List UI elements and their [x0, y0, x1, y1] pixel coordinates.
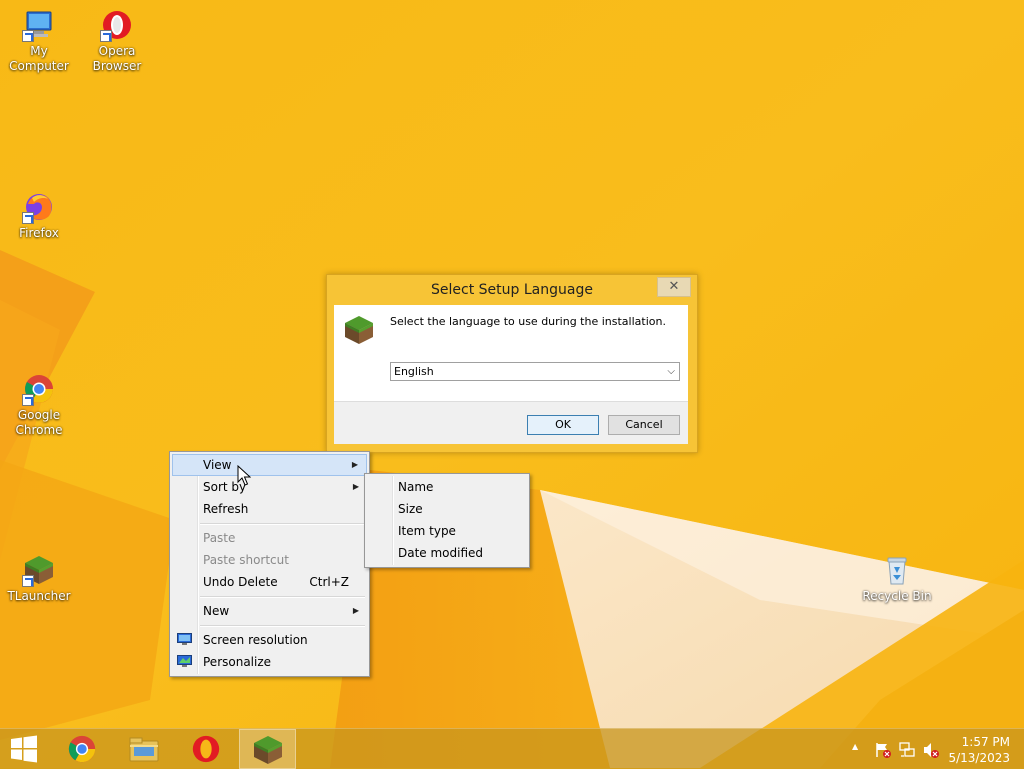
action-center-flag-icon[interactable]	[874, 741, 892, 759]
menu-item-label: Date modified	[398, 546, 484, 560]
desktop-icon-label: Opera	[98, 44, 136, 58]
shortcut-arrow-icon	[22, 30, 34, 42]
dialog-content: Select the language to use during the in…	[334, 305, 688, 402]
chevron-down-icon: ⌵	[667, 366, 675, 377]
submenu-arrow-icon: ▶	[352, 482, 359, 491]
grass-block-icon	[22, 553, 56, 587]
windows-logo-icon	[11, 735, 37, 763]
submenu-item-name[interactable]: Name	[367, 476, 527, 498]
close-button[interactable]: ✕	[657, 277, 691, 297]
language-select[interactable]: English ⌵	[390, 362, 680, 381]
shortcut-arrow-icon	[22, 212, 34, 224]
grass-block-icon	[345, 316, 373, 344]
menu-item-personalize[interactable]: Personalize	[172, 651, 367, 673]
cancel-button[interactable]: Cancel	[608, 415, 680, 435]
desktop-icon-label: TLauncher	[7, 589, 71, 603]
submenu-item-size[interactable]: Size	[367, 498, 527, 520]
menu-item-new[interactable]: New ▶	[172, 600, 367, 622]
view-submenu: Name Size Item type Date modified	[364, 473, 530, 568]
shortcut-arrow-icon	[100, 30, 112, 42]
submenu-item-date-modified[interactable]: Date modified	[367, 542, 527, 564]
desktop-context-menu: View ▶ Sort by ▶ Refresh Paste Paste sho…	[169, 451, 370, 677]
speaker-muted-icon[interactable]	[922, 741, 940, 759]
desktop-icon-google-chrome[interactable]: Google Chrome	[0, 372, 78, 438]
menu-item-undo-delete[interactable]: Undo Delete Ctrl+Z	[172, 571, 367, 593]
setup-language-dialog: Select Setup Language ✕ Select the langu…	[326, 274, 698, 453]
opera-icon	[100, 8, 134, 42]
menu-item-label: New	[203, 604, 230, 618]
monitor-icon	[177, 633, 192, 645]
computer-icon	[22, 8, 56, 42]
menu-item-refresh[interactable]: Refresh	[172, 498, 367, 520]
menu-item-shortcut: Ctrl+Z	[309, 575, 349, 589]
clock-date: 5/13/2023	[948, 751, 1010, 765]
menu-separator	[200, 523, 365, 525]
menu-item-label: Undo Delete	[203, 575, 278, 589]
taskbar-opera[interactable]	[178, 729, 234, 769]
ok-button[interactable]: OK	[527, 415, 599, 435]
taskbar-chrome[interactable]	[54, 729, 110, 769]
opera-icon	[192, 735, 220, 763]
taskbar: ▲ 1:57 PM 5/13/2023	[0, 728, 1024, 769]
show-hidden-icons-button[interactable]: ▲	[852, 742, 858, 751]
menu-item-paste[interactable]: Paste	[172, 527, 367, 549]
dialog-titlebar[interactable]: Select Setup Language ✕	[327, 275, 697, 305]
language-select-value: English	[394, 365, 434, 378]
folder-icon	[129, 737, 159, 762]
system-tray: ▲	[848, 729, 948, 769]
submenu-arrow-icon: ▶	[351, 460, 358, 469]
desktop-icon-label: Firefox	[19, 226, 59, 240]
menu-separator	[200, 596, 365, 598]
menu-item-view[interactable]: View ▶	[172, 454, 367, 476]
menu-separator	[200, 625, 365, 627]
menu-item-paste-shortcut[interactable]: Paste shortcut	[172, 549, 367, 571]
grass-block-icon	[254, 736, 282, 764]
menu-item-label: Personalize	[203, 655, 272, 669]
network-icon[interactable]	[898, 741, 916, 759]
dialog-prompt: Select the language to use during the in…	[390, 315, 666, 328]
menu-item-label: Screen resolution	[203, 633, 308, 647]
menu-item-label: Paste shortcut	[203, 553, 289, 567]
menu-item-label: Item type	[398, 524, 456, 538]
dialog-title: Select Setup Language	[431, 282, 593, 298]
desktop-icon-my-computer[interactable]: My Computer	[0, 8, 78, 74]
desktop-icon-label: Chrome	[15, 423, 63, 437]
shortcut-arrow-icon	[22, 394, 34, 406]
dialog-client: Select the language to use during the in…	[334, 305, 688, 444]
desktop-icon-label: Google	[17, 408, 61, 422]
clock-time: 1:57 PM	[961, 735, 1010, 749]
submenu-arrow-icon: ▶	[352, 606, 359, 615]
desktop-icon-opera[interactable]: Opera Browser	[78, 8, 156, 74]
menu-item-label: Refresh	[203, 502, 249, 516]
menu-item-label: Name	[398, 480, 434, 494]
menu-item-label: Paste	[203, 531, 236, 545]
menu-item-sort-by[interactable]: Sort by ▶	[172, 476, 367, 498]
desktop-icon-recycle-bin[interactable]: Recycle Bin	[858, 553, 936, 604]
firefox-icon	[22, 190, 56, 224]
desktop-icon-firefox[interactable]: Firefox	[0, 190, 78, 241]
taskbar-setup-app[interactable]	[239, 729, 296, 769]
clock[interactable]: 1:57 PM 5/13/2023	[948, 734, 1010, 766]
recycle-bin-icon	[880, 553, 914, 587]
menu-item-label: Size	[398, 502, 423, 516]
desktop-icon-label: My Computer	[9, 44, 69, 73]
shortcut-arrow-icon	[22, 575, 34, 587]
chrome-icon	[22, 372, 56, 406]
menu-item-label: View	[203, 458, 232, 472]
chrome-icon	[68, 735, 96, 763]
start-button[interactable]	[0, 729, 48, 769]
mouse-cursor-icon	[237, 465, 251, 486]
taskbar-file-explorer[interactable]	[116, 729, 172, 769]
submenu-item-item-type[interactable]: Item type	[367, 520, 527, 542]
desktop-icon-tlauncher[interactable]: TLauncher	[0, 553, 78, 604]
desktop-icon-label: Recycle Bin	[862, 589, 932, 603]
menu-item-screen-resolution[interactable]: Screen resolution	[172, 629, 367, 651]
personalize-icon	[177, 655, 192, 667]
desktop-icon-label: Browser	[92, 59, 142, 73]
